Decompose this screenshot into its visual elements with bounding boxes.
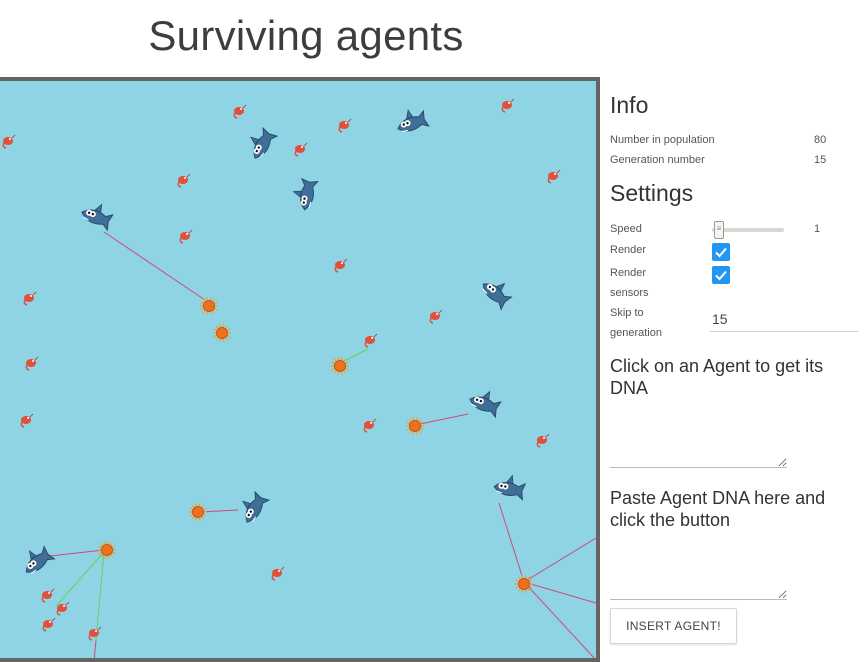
shrimp-food xyxy=(42,617,56,632)
shrimp-food xyxy=(2,134,16,149)
render-sensors-label-2: sensors xyxy=(610,287,649,299)
shrimp-food xyxy=(334,258,348,273)
shrimp-food xyxy=(271,566,285,581)
sensor-line xyxy=(523,537,596,583)
shark-agent[interactable] xyxy=(291,177,319,211)
settings-heading: Settings xyxy=(610,180,694,206)
shrimp-food xyxy=(25,356,39,371)
shark-agent[interactable] xyxy=(79,199,115,232)
sensor-line xyxy=(419,413,469,425)
skip-label-1: Skip to xyxy=(610,307,644,319)
render-checkbox[interactable] xyxy=(712,243,730,261)
speed-value: 1 xyxy=(814,223,821,235)
check-icon xyxy=(715,270,727,281)
skip-label-2: generation xyxy=(610,327,662,339)
info-heading: Info xyxy=(610,92,649,118)
shark-agent[interactable] xyxy=(467,386,503,419)
sensor-line xyxy=(341,348,369,363)
skip-generation-input[interactable] xyxy=(710,306,858,332)
shrimp-food xyxy=(20,413,34,428)
population-value: 80 xyxy=(814,134,827,146)
render-label: Render xyxy=(610,244,647,256)
generation-label: Generation number xyxy=(610,154,705,166)
speed-slider[interactable]: ≡ xyxy=(712,221,784,239)
shrimp-food xyxy=(23,291,37,306)
sensor-line xyxy=(49,549,105,557)
check-icon xyxy=(715,247,727,258)
shrimp-food xyxy=(501,98,515,113)
shrimp-food xyxy=(364,333,378,348)
shrimp-food xyxy=(338,118,352,133)
shrimp-food xyxy=(179,229,193,244)
sensor-line xyxy=(55,551,105,607)
population-label: Number in population xyxy=(610,134,715,146)
page-title: Surviving agents xyxy=(148,12,464,59)
sensor-line xyxy=(103,231,206,301)
urchin-agent[interactable] xyxy=(406,417,424,435)
agent-dna-output[interactable] xyxy=(610,424,787,468)
urchin-agent[interactable] xyxy=(200,297,218,315)
simulation-canvas[interactable] xyxy=(0,77,600,662)
shrimp-food xyxy=(233,104,247,119)
shark-agent[interactable] xyxy=(243,125,279,162)
shrimp-food xyxy=(536,433,550,448)
shrimp-food xyxy=(363,418,377,433)
shark-agent[interactable] xyxy=(235,489,271,526)
shark-agent[interactable] xyxy=(478,273,515,311)
shrimp-food xyxy=(177,173,191,188)
render-sensors-label-1: Render xyxy=(610,267,647,279)
shark-agent[interactable] xyxy=(17,542,56,578)
shark-agent[interactable] xyxy=(393,105,430,136)
urchin-agent[interactable] xyxy=(189,503,207,521)
speed-slider-thumb[interactable]: ≡ xyxy=(714,221,724,239)
sensor-line xyxy=(523,581,596,604)
shrimp-food xyxy=(429,309,443,324)
sensor-line xyxy=(498,502,525,583)
get-dna-text: Click on an Agent to get its DNA xyxy=(610,356,824,398)
urchin-agent[interactable] xyxy=(213,324,231,342)
insert-agent-button[interactable]: INSERT AGENT! xyxy=(610,608,737,644)
shrimp-food xyxy=(294,142,308,157)
shrimp-food xyxy=(41,588,55,603)
shark-agent[interactable] xyxy=(493,473,527,501)
sensor-line xyxy=(95,551,105,641)
agent-dna-input[interactable] xyxy=(610,556,787,600)
render-sensors-checkbox[interactable] xyxy=(712,266,730,284)
paste-dna-text: Paste Agent DNA here and click the butto… xyxy=(610,488,826,530)
arena-svg[interactable] xyxy=(0,81,596,658)
shrimp-food xyxy=(56,601,70,616)
sensor-line xyxy=(93,639,97,658)
shrimp-food xyxy=(88,626,102,641)
shrimp-food xyxy=(547,169,561,184)
speed-label: Speed xyxy=(610,223,642,235)
generation-value: 15 xyxy=(814,154,827,166)
sensor-line xyxy=(523,581,595,658)
